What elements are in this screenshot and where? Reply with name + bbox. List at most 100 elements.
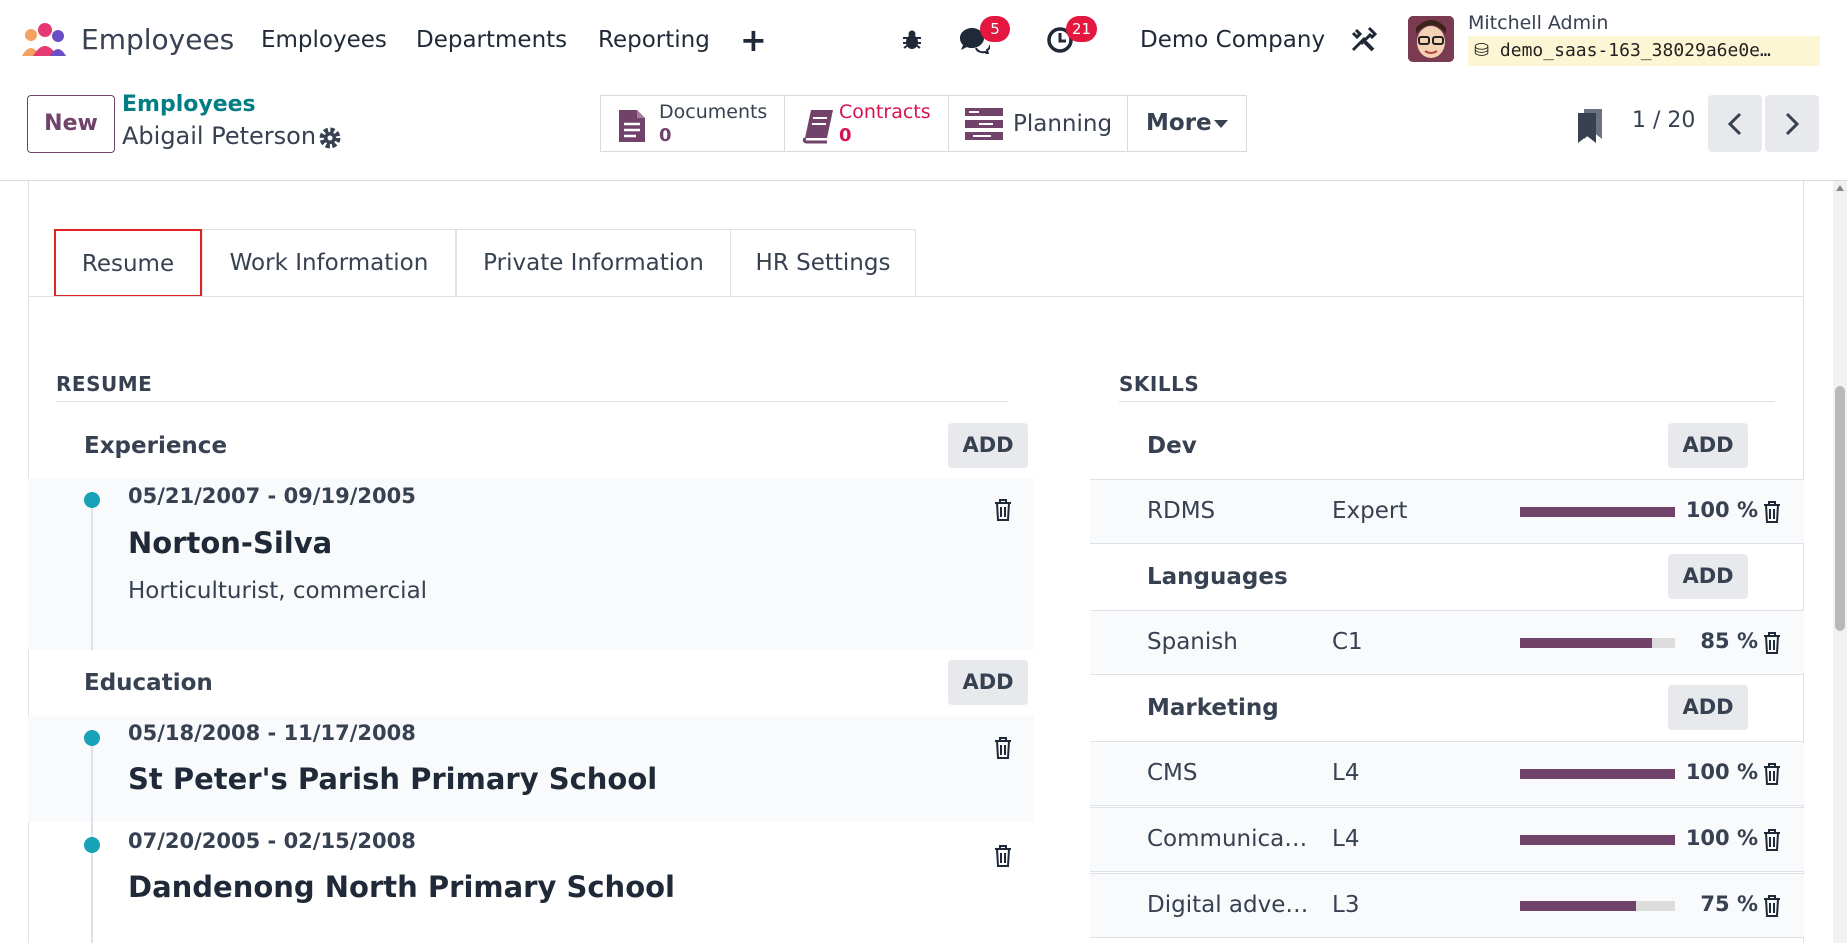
new-button[interactable]: New bbox=[27, 95, 115, 153]
skill-row[interactable]: Digital advertising L3 75 % bbox=[1090, 873, 1804, 938]
breadcrumb-current: Abigail Peterson bbox=[122, 122, 317, 150]
settings-tools-icon[interactable] bbox=[1345, 22, 1381, 58]
gear-icon[interactable] bbox=[318, 126, 342, 150]
planning-smart-button[interactable]: Planning bbox=[948, 95, 1128, 152]
pager-value[interactable]: 1 / 20 bbox=[1632, 108, 1695, 133]
skill-progress-value: 75 % bbox=[1700, 892, 1758, 916]
tab-resume[interactable]: Resume bbox=[54, 229, 202, 297]
more-dropdown-button[interactable]: More bbox=[1127, 95, 1247, 152]
add-marketing-skill-button[interactable]: ADD bbox=[1668, 685, 1748, 730]
skill-name: CMS bbox=[1147, 760, 1198, 786]
timeline-dot bbox=[84, 492, 100, 508]
documents-label: Documents bbox=[659, 101, 768, 123]
contracts-count: 0 bbox=[839, 125, 852, 146]
skill-progress-fill bbox=[1520, 835, 1675, 845]
trash-icon[interactable] bbox=[1762, 500, 1782, 524]
resume-section-title: RESUME bbox=[56, 372, 153, 396]
vertical-scrollbar[interactable] bbox=[1833, 181, 1847, 943]
pager-next-button[interactable] bbox=[1765, 95, 1819, 152]
tab-private-information[interactable]: Private Information bbox=[456, 229, 731, 297]
tab-hr-settings[interactable]: HR Settings bbox=[730, 229, 916, 297]
user-name[interactable]: Mitchell Admin bbox=[1468, 12, 1608, 34]
skill-level: C1 bbox=[1332, 629, 1363, 655]
resume-line-description: Horticulturist, commercial bbox=[128, 578, 428, 604]
messages-count-badge: 5 bbox=[980, 16, 1010, 42]
skill-name: Communication bbox=[1147, 826, 1315, 852]
trash-icon[interactable] bbox=[993, 498, 1013, 522]
trash-icon[interactable] bbox=[1762, 894, 1782, 918]
app-title[interactable]: Employees bbox=[81, 20, 234, 60]
trash-icon[interactable] bbox=[993, 736, 1013, 760]
scroll-up-arrow[interactable] bbox=[1836, 185, 1844, 191]
trash-icon[interactable] bbox=[1762, 762, 1782, 786]
trash-icon[interactable] bbox=[1762, 631, 1782, 655]
database-icon: ⛁ bbox=[1474, 40, 1500, 61]
skill-progress-fill bbox=[1520, 769, 1675, 779]
documents-smart-button[interactable]: Documents 0 bbox=[600, 95, 785, 152]
scrollbar-thumb[interactable] bbox=[1835, 386, 1845, 631]
skill-name: RDMS bbox=[1147, 498, 1216, 524]
skill-progress-bar bbox=[1520, 638, 1675, 648]
skill-row[interactable]: Communication L4 100 % bbox=[1090, 807, 1804, 872]
timeline-dot bbox=[84, 730, 100, 746]
menu-employees[interactable]: Employees bbox=[261, 20, 387, 60]
skill-row[interactable]: CMS L4 100 % bbox=[1090, 741, 1804, 806]
menu-departments[interactable]: Departments bbox=[416, 20, 567, 60]
document-icon bbox=[619, 110, 645, 142]
skill-group-marketing: Marketing bbox=[1147, 695, 1279, 721]
quick-create-button[interactable]: + bbox=[740, 20, 767, 60]
documents-count: 0 bbox=[659, 125, 672, 146]
database-name: ⛁ demo_saas-163_38029a6e0e… bbox=[1468, 36, 1820, 66]
skill-progress-fill bbox=[1520, 638, 1652, 648]
skill-level: Expert bbox=[1332, 498, 1408, 524]
chevron-right-icon bbox=[1785, 112, 1799, 135]
more-label: More bbox=[1146, 110, 1212, 136]
resume-line-name: St Peter's Parish Primary School bbox=[128, 762, 658, 796]
skill-name: Digital advertising bbox=[1147, 892, 1315, 918]
activities-count-badge: 21 bbox=[1066, 16, 1098, 42]
add-dev-skill-button[interactable]: ADD bbox=[1668, 423, 1748, 468]
skill-level: L4 bbox=[1332, 760, 1360, 786]
user-avatar[interactable] bbox=[1408, 16, 1454, 62]
skill-progress-bar bbox=[1520, 507, 1675, 517]
resume-line-dates: 07/20/2005 - 02/15/2008 bbox=[128, 829, 416, 853]
bookmark-icon[interactable] bbox=[1576, 107, 1604, 143]
skill-progress-value: 100 % bbox=[1685, 826, 1758, 850]
planning-label: Planning bbox=[1013, 111, 1113, 137]
debug-icon[interactable] bbox=[894, 22, 930, 58]
resume-line-name: Dandenong North Primary School bbox=[128, 870, 675, 904]
skill-row[interactable]: RDMS Expert 100 % bbox=[1090, 479, 1804, 544]
skill-progress-value: 85 % bbox=[1700, 629, 1758, 653]
add-education-button[interactable]: ADD bbox=[948, 660, 1028, 705]
menu-reporting[interactable]: Reporting bbox=[598, 20, 710, 60]
timeline-line bbox=[91, 500, 93, 650]
skill-progress-fill bbox=[1520, 507, 1675, 517]
trash-icon[interactable] bbox=[1762, 828, 1782, 852]
tab-work-information[interactable]: Work Information bbox=[202, 229, 456, 297]
add-experience-button[interactable]: ADD bbox=[948, 423, 1028, 468]
experience-title: Experience bbox=[84, 433, 228, 459]
resume-line-name: Norton-Silva bbox=[128, 526, 333, 560]
top-navbar: Employees Employees Departments Reportin… bbox=[0, 0, 1847, 82]
contracts-label: Contracts bbox=[839, 101, 931, 123]
resume-line-dates: 05/18/2008 - 11/17/2008 bbox=[128, 721, 416, 745]
skill-row[interactable]: Spanish C1 85 % bbox=[1090, 610, 1804, 675]
skill-progress-fill bbox=[1520, 901, 1637, 911]
trash-icon[interactable] bbox=[993, 844, 1013, 868]
pager-previous-button[interactable] bbox=[1708, 95, 1762, 152]
caret-down-icon bbox=[1214, 120, 1228, 128]
skills-section-divider bbox=[1119, 401, 1775, 402]
skill-progress-bar bbox=[1520, 835, 1675, 845]
add-languages-skill-button[interactable]: ADD bbox=[1668, 554, 1748, 599]
employees-app-icon[interactable] bbox=[20, 22, 68, 60]
skill-progress-value: 100 % bbox=[1685, 760, 1758, 784]
skill-progress-value: 100 % bbox=[1685, 498, 1758, 522]
resume-line-dates: 05/21/2007 - 09/19/2005 bbox=[128, 484, 416, 508]
breadcrumb-parent[interactable]: Employees bbox=[122, 92, 256, 117]
education-title: Education bbox=[84, 670, 213, 696]
skill-level: L4 bbox=[1332, 826, 1360, 852]
skill-name: Spanish bbox=[1147, 629, 1238, 655]
company-switcher[interactable]: Demo Company bbox=[1140, 20, 1325, 60]
control-panel: New Employees Abigail Peterson Documents… bbox=[0, 82, 1847, 181]
contracts-smart-button[interactable]: Contracts 0 bbox=[784, 95, 949, 152]
